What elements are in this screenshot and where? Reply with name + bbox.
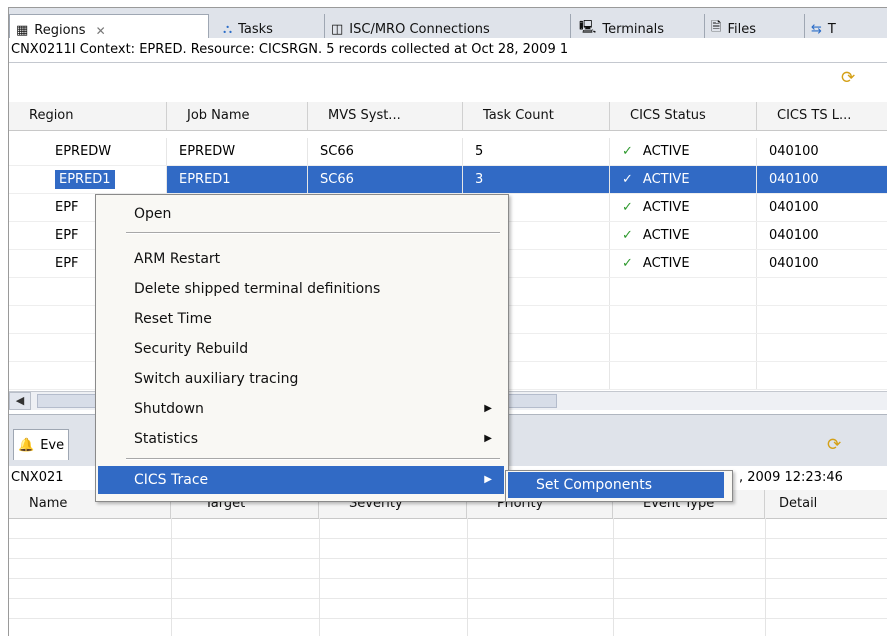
submenu-arrow-icon: ▶ [484, 433, 492, 444]
tab-label: T [827, 21, 836, 37]
refresh-icon[interactable]: ⟳ [841, 68, 855, 88]
menu-item-security-rebuild[interactable]: Security Rebuild [98, 335, 504, 363]
tasks-icon: ⛬ [223, 21, 233, 37]
menu-item-switch-auxiliary-tracing[interactable]: Switch auxiliary tracing [98, 365, 504, 393]
check-icon: ✓ [622, 228, 633, 243]
regions-table-header: Region Job Name MVS Syst... Task Count C… [9, 102, 887, 131]
cell-task-count: 3 [463, 166, 610, 193]
grid-line [171, 518, 172, 636]
menu-item-arm-restart[interactable]: ARM Restart [98, 245, 504, 273]
close-icon[interactable]: ✕ [96, 24, 106, 38]
cell-cics-ts-level: 040100 [757, 222, 887, 249]
menu-item-shutdown[interactable]: Shutdown ▶ [98, 395, 504, 423]
check-icon: ✓ [622, 200, 633, 215]
cell-cics-ts-level: 040100 [757, 250, 887, 277]
column-header[interactable]: CICS Status [610, 102, 757, 130]
tab-label: Terminals [602, 21, 665, 37]
empty-row [9, 578, 887, 599]
cell-cics-ts-level: 040100 [757, 138, 887, 165]
submenu-arrow-icon: ▶ [484, 474, 492, 485]
menu-item-cics-trace[interactable]: CICS Trace ▶ [98, 466, 504, 494]
grid-line [765, 518, 766, 636]
grid-line [319, 518, 320, 636]
cell-region: EPREDW [9, 138, 167, 165]
empty-row [9, 598, 887, 619]
cell-cics-status: ✓ ACTIVE [610, 250, 757, 277]
cell-cics-status: ✓ ACTIVE [610, 194, 757, 221]
regions-status-line: CNX0211I Context: EPRED. Resource: CICSR… [9, 38, 887, 63]
cell-cics-status: ✓ ACTIVE [610, 222, 757, 249]
tab-label: Files [727, 21, 756, 37]
cell-cics-status: ✓ ACTIVE [610, 166, 757, 193]
tab-label: Tasks [238, 21, 273, 37]
table-row[interactable]: EPREDW EPREDW SC66 5 ✓ ACTIVE 040100 [9, 138, 887, 166]
regions-icon: ▦ [16, 23, 29, 38]
cell-job-name: EPREDW [167, 138, 308, 165]
status-message: CNX021 [11, 470, 64, 485]
menu-separator [126, 232, 500, 234]
empty-row [9, 538, 887, 559]
refresh-icon[interactable]: ⟳ [827, 435, 841, 455]
cell-cics-ts-level: 040100 [757, 194, 887, 221]
menu-item-reset-time[interactable]: Reset Time [98, 305, 504, 333]
column-header[interactable]: Task Count [463, 102, 610, 130]
menu-separator [126, 458, 500, 460]
empty-row [9, 558, 887, 579]
menu-item-set-components[interactable]: Set Components [508, 472, 724, 498]
tab-label: ISC/MRO Connections [349, 21, 490, 37]
empty-row [9, 518, 887, 539]
cell-mvs-system: SC66 [308, 166, 463, 193]
tab-label: Regions [34, 23, 86, 38]
cell-task-count: 5 [463, 138, 610, 165]
tab-events[interactable]: 🔔 Eve [13, 429, 70, 460]
menu-item-delete-shipped-terminal-definitions[interactable]: Delete shipped terminal definitions [98, 275, 504, 303]
workbench-window: ▦ Regions ✕ ⛬ Tasks ◫ ISC/MRO Connection… [8, 7, 887, 636]
grid-line [613, 518, 614, 636]
cell-job-name: EPRED1 [167, 166, 308, 193]
files-icon: 🗎 [711, 20, 722, 35]
connections-icon: ◫ [331, 21, 344, 37]
tab-label: Eve [40, 437, 65, 453]
submenu-arrow-icon: ▶ [484, 403, 492, 414]
column-header[interactable]: MVS Syst... [308, 102, 463, 130]
transactions-icon: ⇆ [811, 21, 822, 37]
status-timestamp: , 2009 12:23:46 [739, 470, 843, 485]
cell-region: EPRED1 [9, 166, 167, 193]
check-icon: ✓ [622, 256, 633, 271]
cell-cics-ts-level: 040100 [757, 166, 887, 193]
cics-trace-submenu: Set Components [505, 470, 733, 502]
menu-item-statistics[interactable]: Statistics ▶ [98, 425, 504, 453]
column-header[interactable]: Region [9, 102, 167, 130]
table-row-selected[interactable]: EPRED1 EPRED1 SC66 3 ✓ ACTIVE 040100 [9, 166, 887, 194]
grid-line [467, 518, 468, 636]
column-header[interactable]: CICS TS L... [757, 102, 887, 130]
cell-cics-status: ✓ ACTIVE [610, 138, 757, 165]
column-header[interactable]: Detail [765, 490, 887, 518]
context-menu: Open ARM Restart Delete shipped terminal… [95, 194, 509, 502]
status-message: CNX0211I Context: EPRED. Resource: CICSR… [11, 42, 569, 57]
cell-mvs-system: SC66 [308, 138, 463, 165]
check-icon: ✓ [622, 172, 633, 187]
terminal-icon: 🖳 [579, 20, 597, 35]
scroll-left-button[interactable]: ◀ [9, 392, 31, 410]
bell-icon: 🔔 [18, 437, 35, 453]
menu-item-open[interactable]: Open [98, 200, 504, 228]
column-header[interactable]: Job Name [167, 102, 308, 130]
check-icon: ✓ [622, 144, 633, 159]
